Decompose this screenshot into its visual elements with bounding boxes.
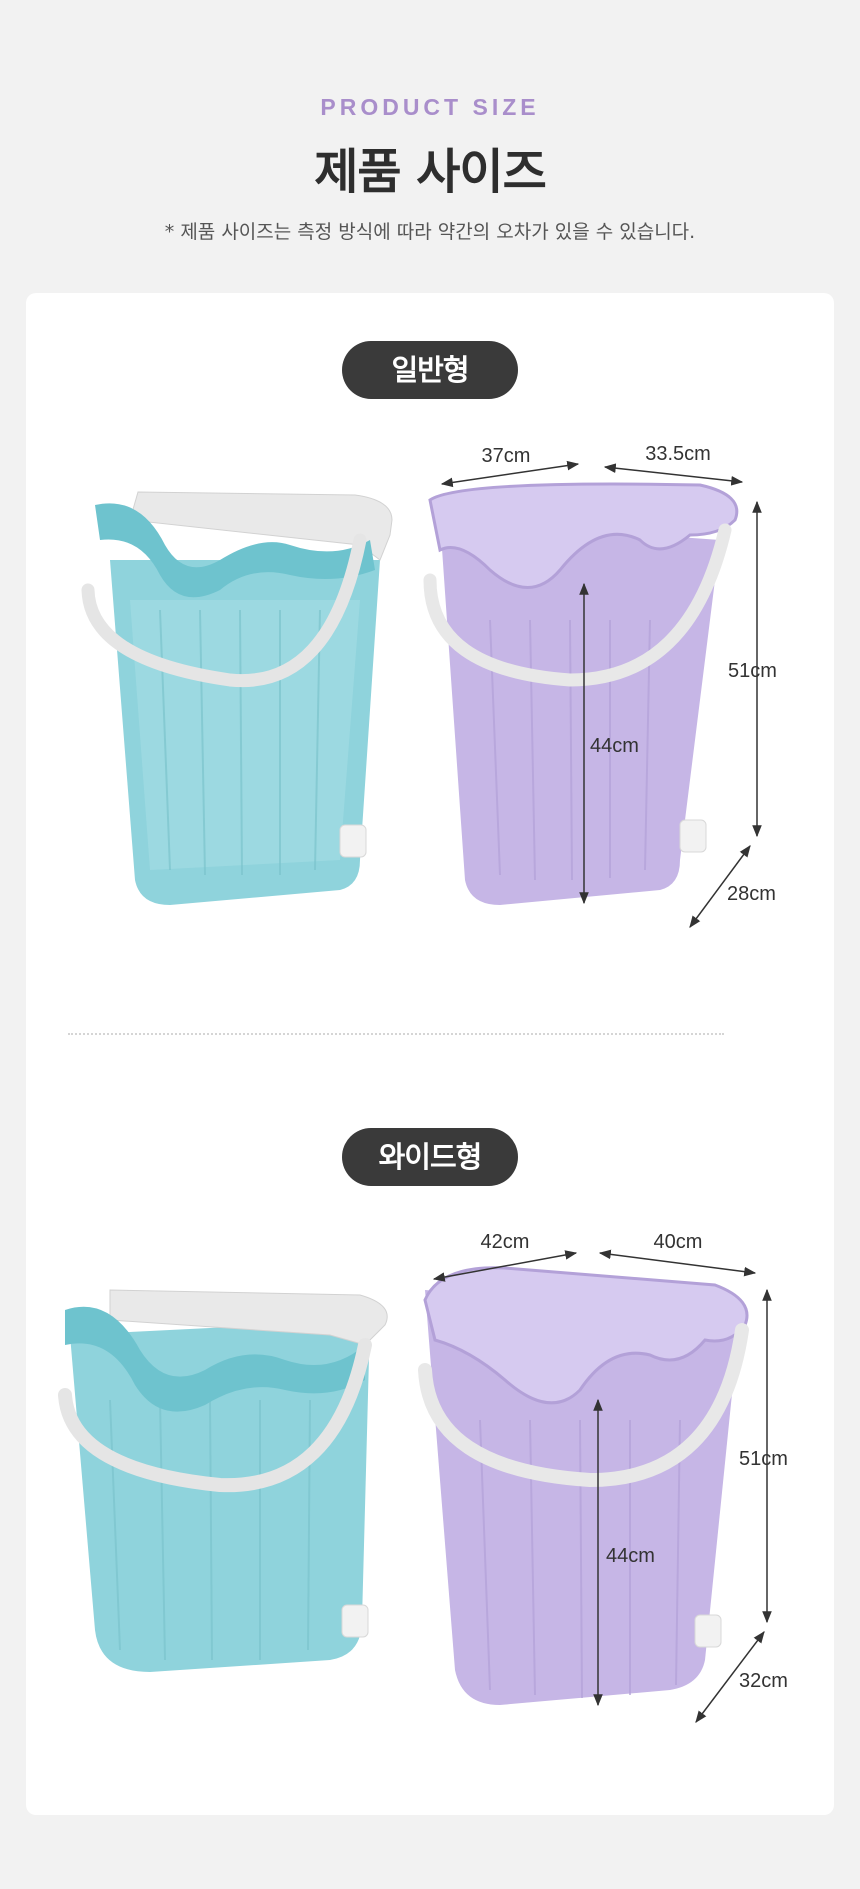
mint-bucket-standard-image	[81, 491, 393, 905]
inner-height-label-wide: 44cm	[606, 1545, 655, 1567]
depth-label-standard: 33.5cm	[645, 443, 711, 465]
width-label-standard: 37cm	[482, 445, 531, 467]
inner-height-label-standard: 44cm	[590, 735, 639, 757]
total-height-label-wide: 51cm	[739, 1448, 788, 1470]
mint-bucket-wide-image	[58, 1289, 388, 1672]
product-illustrations: 37cm 33.5cm 51cm 44cm 28cm 42cm 40cm 51c…	[58, 443, 788, 1723]
width-label-wide: 42cm	[481, 1231, 530, 1253]
base-label-wide: 32cm	[739, 1670, 788, 1692]
base-label-standard: 28cm	[727, 883, 776, 905]
lavender-bucket-wide-image	[418, 1266, 749, 1705]
depth-label-wide: 40cm	[654, 1231, 703, 1253]
total-height-label-standard: 51cm	[728, 660, 777, 682]
